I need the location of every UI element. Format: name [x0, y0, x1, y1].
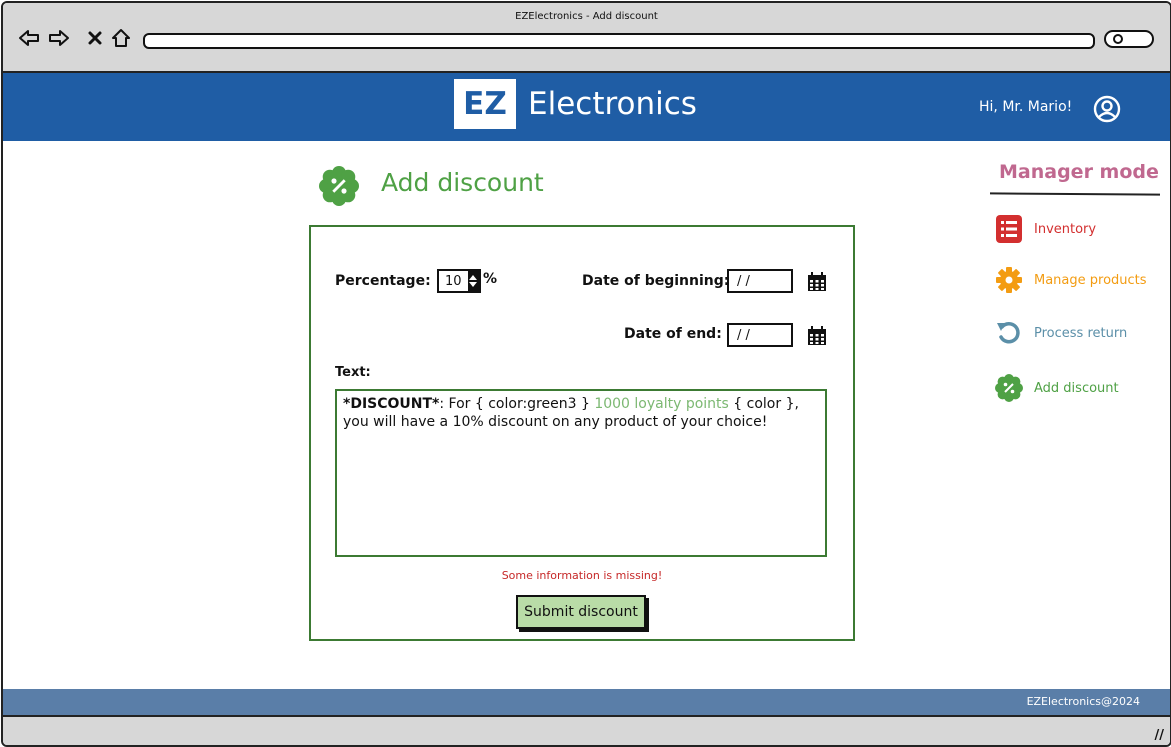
error-message: Some information is missing!: [501, 569, 663, 582]
text-highlight: 1000 loyalty points: [594, 396, 729, 412]
logo[interactable]: EZ Electronics: [454, 79, 697, 129]
resize-grip-icon[interactable]: //: [1155, 728, 1165, 743]
submit-discount-button[interactable]: Submit discount: [516, 595, 646, 629]
sidebar-item-manage-products[interactable]: Manage products: [994, 265, 1147, 295]
calendar-icon[interactable]: [807, 272, 827, 292]
discount-badge-icon: [994, 373, 1024, 403]
user-account-icon[interactable]: [1093, 95, 1121, 123]
divider: [989, 192, 1161, 196]
footer-copyright: EZElectronics@2024: [1026, 695, 1140, 708]
app-header: EZ Electronics Hi, Mr. Mario!: [3, 73, 1170, 141]
page-title: Add discount: [381, 168, 544, 197]
logo-mark: EZ: [454, 79, 516, 129]
forward-icon[interactable]: [47, 25, 71, 51]
text-segment: : For { color:green3 }: [439, 396, 595, 412]
sidebar-item-label: Manage products: [1034, 272, 1147, 288]
logo-text: Electronics: [528, 86, 697, 122]
percentage-unit: %: [483, 271, 498, 287]
stepper-arrows-icon[interactable]: [467, 271, 479, 291]
calendar-icon[interactable]: [807, 326, 827, 346]
discount-form: Percentage: 10 % Date of beginning: / / …: [309, 225, 855, 641]
sidebar-item-label: Process return: [1034, 325, 1128, 341]
browser-chrome: EZElectronics - Add discount: [3, 3, 1170, 73]
percentage-value[interactable]: 10: [439, 274, 468, 289]
sidebar-item-label: Inventory: [1034, 221, 1097, 237]
search-icon[interactable]: [1104, 30, 1154, 48]
sidebar-item-process-return[interactable]: Process return: [994, 318, 1127, 348]
date-end-input[interactable]: / /: [727, 323, 793, 347]
date-end-label: Date of end:: [624, 326, 722, 342]
discount-text-area[interactable]: *DISCOUNT*: For { color:green3 } 1000 lo…: [335, 389, 827, 557]
sidebar-item-add-discount[interactable]: Add discount: [994, 373, 1119, 403]
manager-mode-title: Manager mode: [999, 161, 1159, 183]
status-bar: //: [3, 715, 1170, 745]
gear-icon: [994, 265, 1024, 295]
browser-window: EZElectronics - Add discount EZ Electron…: [1, 1, 1171, 747]
footer: EZElectronics@2024: [3, 689, 1170, 715]
date-begin-input[interactable]: / /: [727, 269, 793, 293]
list-icon: [994, 214, 1024, 244]
text-label: Text:: [335, 365, 371, 380]
text-bold-keyword: *DISCOUNT*: [343, 396, 440, 412]
home-icon[interactable]: [109, 25, 133, 51]
percentage-stepper[interactable]: 10: [437, 269, 481, 293]
close-icon[interactable]: [83, 25, 107, 51]
window-title: EZElectronics - Add discount: [515, 11, 658, 22]
address-bar[interactable]: [143, 33, 1095, 49]
back-icon[interactable]: [17, 25, 41, 51]
undo-icon: [994, 318, 1024, 348]
percentage-label: Percentage:: [335, 273, 431, 289]
user-greeting: Hi, Mr. Mario!: [979, 99, 1073, 115]
sidebar-item-inventory[interactable]: Inventory: [994, 214, 1096, 244]
sidebar-item-label: Add discount: [1034, 380, 1119, 396]
discount-badge-icon: [319, 166, 359, 206]
date-begin-label: Date of beginning:: [582, 273, 730, 289]
